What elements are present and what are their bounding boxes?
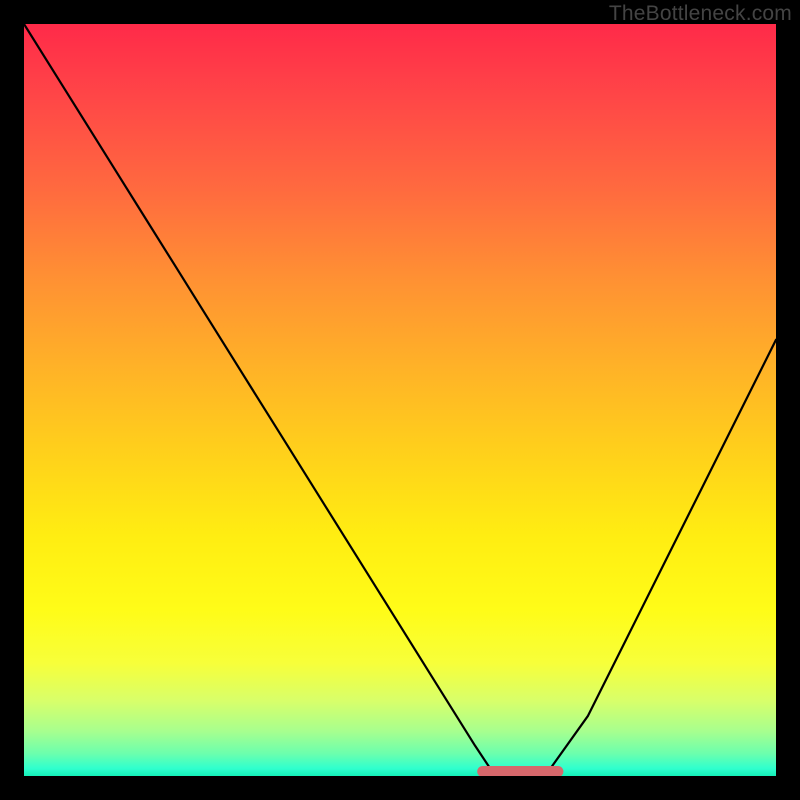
background-gradient: [24, 24, 776, 776]
watermark-text: TheBottleneck.com: [609, 2, 792, 26]
chart-frame: TheBottleneck.com: [0, 0, 800, 800]
plot-area: [24, 24, 776, 776]
